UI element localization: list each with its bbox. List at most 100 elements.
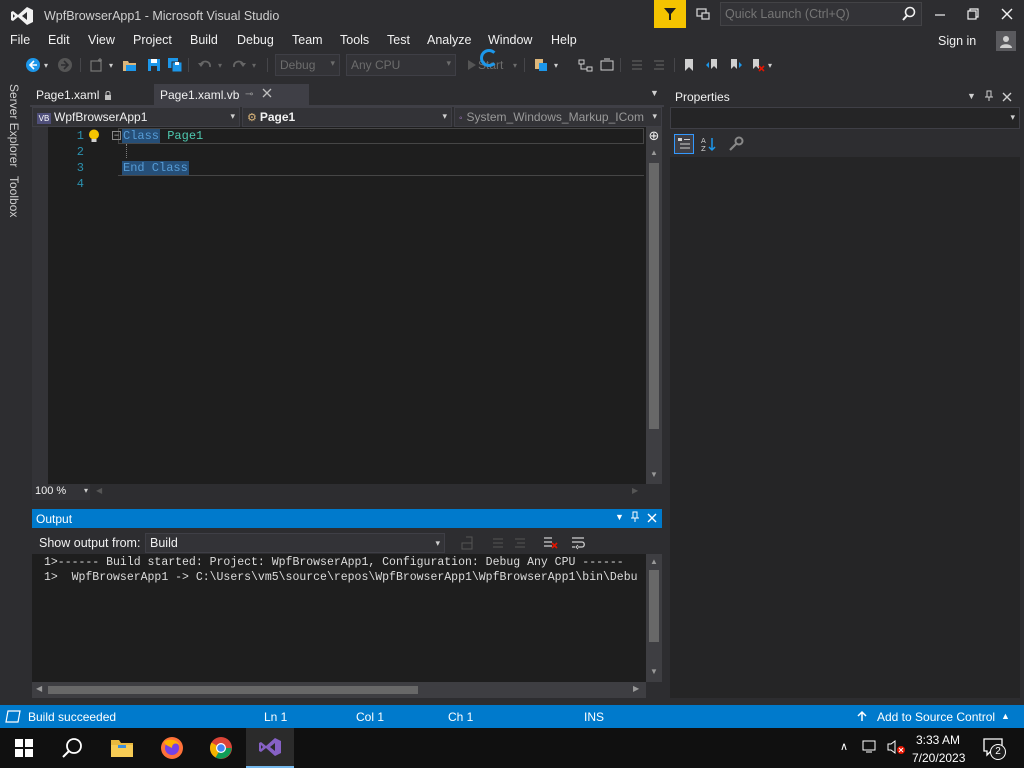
menu-edit[interactable]: Edit	[48, 33, 70, 47]
property-pages-wrench-icon[interactable]	[726, 134, 746, 154]
code-line-3[interactable]: End Class	[122, 161, 189, 175]
close-tab-icon[interactable]	[262, 87, 272, 101]
save-icon[interactable]	[145, 56, 163, 74]
clear-bookmarks-icon[interactable]	[748, 56, 766, 74]
menu-build[interactable]: Build	[190, 33, 218, 47]
feedback-icon[interactable]	[692, 4, 714, 24]
add-to-source-control-button[interactable]: Add to Source Control	[877, 710, 995, 724]
navigate-back-dropdown-icon[interactable]: ▾	[42, 56, 50, 74]
menu-window[interactable]: Window	[488, 33, 532, 47]
undo-icon[interactable]	[196, 56, 214, 74]
scroll-up-icon[interactable]: ▲	[650, 557, 658, 566]
solution-platform-dropdown[interactable]: Any CPU ▾	[346, 54, 456, 76]
categorized-view-icon[interactable]	[674, 134, 694, 154]
toggle-word-wrap-icon[interactable]	[570, 535, 586, 554]
menu-file[interactable]: File	[10, 33, 30, 47]
notifications-flag-icon[interactable]	[654, 0, 686, 28]
account-avatar-icon[interactable]	[996, 31, 1016, 51]
properties-object-dropdown[interactable]: ▾	[670, 107, 1020, 129]
search-icon[interactable]	[901, 6, 917, 22]
clear-all-icon[interactable]	[542, 535, 558, 554]
editor-horizontal-scrollbar[interactable]	[32, 484, 662, 500]
tab-page1-xaml-vb[interactable]: Page1.xaml.vb ⊸	[154, 84, 309, 106]
solution-explorer-icon[interactable]	[576, 56, 594, 74]
visual-studio-logo-icon[interactable]	[10, 6, 34, 26]
new-project-icon[interactable]	[88, 56, 106, 74]
close-panel-icon[interactable]	[1002, 91, 1012, 105]
uncomment-lines-icon[interactable]	[650, 56, 668, 74]
panel-options-dropdown-icon[interactable]: ▼	[967, 91, 976, 101]
source-control-menu-icon[interactable]: ▲	[1001, 711, 1010, 721]
file-explorer-icon[interactable]	[98, 728, 146, 768]
panel-options-dropdown-icon[interactable]: ▼	[615, 512, 624, 522]
next-bookmark-icon[interactable]	[726, 56, 744, 74]
save-all-icon[interactable]	[166, 56, 184, 74]
comment-lines-icon[interactable]	[628, 56, 646, 74]
project-navigation-dropdown[interactable]: VB WpfBrowserApp1 ▾	[32, 107, 240, 127]
windows-start-icon[interactable]	[0, 728, 48, 768]
search-icon[interactable]	[48, 728, 96, 768]
menu-tools[interactable]: Tools	[340, 33, 369, 47]
network-icon[interactable]	[862, 739, 880, 758]
split-window-icon[interactable]: ⊕	[646, 128, 662, 144]
start-dropdown-icon[interactable]: ▾	[511, 56, 519, 74]
team-explorer-icon[interactable]	[598, 56, 616, 74]
code-line-1[interactable]: Class Page1	[122, 129, 203, 143]
output-horizontal-scroll-thumb[interactable]	[48, 686, 418, 694]
previous-bookmark-icon[interactable]	[704, 56, 722, 74]
pin-tab-icon[interactable]: ⊸	[245, 89, 253, 100]
scroll-left-icon[interactable]: ◀	[96, 486, 102, 495]
tab-page1-xaml[interactable]: Page1.xaml	[30, 84, 150, 106]
restore-button[interactable]	[962, 4, 984, 24]
menu-debug[interactable]: Debug	[237, 33, 274, 47]
navigate-forward-icon[interactable]	[56, 56, 74, 74]
visual-studio-taskbar-icon[interactable]	[246, 728, 294, 768]
go-to-next-message-icon[interactable]	[512, 535, 528, 554]
lightbulb-icon[interactable]	[86, 128, 102, 144]
code-editor[interactable]	[32, 127, 662, 484]
menu-help[interactable]: Help	[551, 33, 577, 47]
redo-dropdown-icon[interactable]: ▾	[250, 56, 258, 74]
volume-muted-icon[interactable]	[886, 739, 906, 758]
navigate-back-icon[interactable]	[24, 56, 42, 74]
upload-arrow-icon[interactable]	[856, 710, 868, 725]
find-dropdown-icon[interactable]: ▾	[552, 56, 560, 74]
scroll-left-icon[interactable]: ◀	[36, 684, 42, 693]
output-window-icon[interactable]	[5, 710, 21, 726]
type-navigation-dropdown[interactable]: ⚙ Page1 ▾	[242, 107, 452, 127]
close-panel-icon[interactable]	[647, 512, 657, 526]
scroll-right-icon[interactable]: ▶	[632, 486, 638, 495]
output-source-dropdown[interactable]: Build ▾	[145, 533, 445, 553]
scroll-up-icon[interactable]: ▲	[650, 148, 658, 157]
menu-team[interactable]: Team	[292, 33, 323, 47]
toolbar-options-icon[interactable]: ▾	[766, 56, 774, 74]
menu-test[interactable]: Test	[387, 33, 410, 47]
scroll-down-icon[interactable]: ▼	[650, 667, 658, 676]
zoom-dropdown[interactable]: 100 % ▾	[32, 484, 90, 500]
go-to-previous-message-icon[interactable]	[490, 535, 506, 554]
tab-overflow-dropdown-icon[interactable]: ▼	[650, 88, 659, 98]
collapse-outline-icon[interactable]: −	[112, 131, 121, 140]
quick-launch-box[interactable]	[720, 2, 922, 26]
menu-view[interactable]: View	[88, 33, 115, 47]
pin-panel-icon[interactable]	[630, 511, 640, 526]
firefox-icon[interactable]	[148, 728, 196, 768]
scroll-right-icon[interactable]: ▶	[633, 684, 639, 693]
pin-panel-icon[interactable]	[984, 90, 994, 105]
find-message-in-code-icon[interactable]	[460, 535, 476, 554]
output-vertical-scroll-thumb[interactable]	[649, 570, 659, 642]
action-center-icon[interactable]: 2	[982, 737, 1008, 761]
scroll-down-icon[interactable]: ▼	[650, 470, 658, 479]
solution-configuration-dropdown[interactable]: Debug ▾	[275, 54, 340, 76]
alphabetical-sort-icon[interactable]: AZ	[698, 134, 718, 154]
open-file-icon[interactable]	[121, 56, 139, 74]
minimize-button[interactable]	[929, 4, 951, 24]
quick-launch-input[interactable]	[725, 5, 901, 23]
close-button[interactable]	[996, 4, 1018, 24]
member-navigation-dropdown[interactable]: ◦ System_Windows_Markup_ICom ▾	[454, 107, 662, 127]
redo-icon[interactable]	[230, 56, 248, 74]
undo-dropdown-icon[interactable]: ▾	[216, 56, 224, 74]
find-in-files-icon[interactable]	[532, 56, 550, 74]
toolbox-tab[interactable]: Toolbox	[7, 176, 21, 217]
sign-in-link[interactable]: Sign in	[938, 34, 976, 48]
